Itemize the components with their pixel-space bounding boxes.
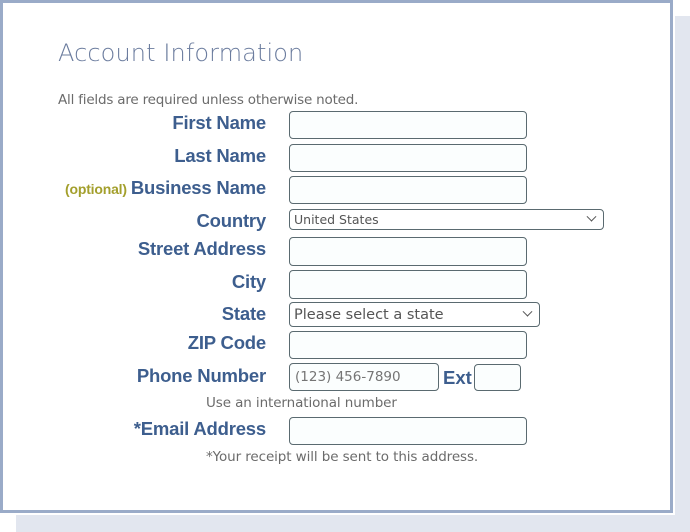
card-shadow-bottom	[16, 515, 690, 532]
phone-number-label: Phone Number	[136, 365, 266, 386]
optional-tag: (optional)	[65, 181, 127, 197]
required-fields-note: All fields are required unless otherwise…	[58, 92, 359, 108]
zip-code-input[interactable]	[289, 331, 527, 359]
first-name-input[interactable]	[289, 111, 527, 139]
card-shadow-right	[675, 16, 690, 532]
zip-code-label: ZIP Code	[187, 332, 266, 353]
chevron-down-icon	[586, 211, 597, 222]
phone-number-input[interactable]	[289, 363, 439, 391]
section-title: Account Information	[58, 39, 304, 67]
last-name-input[interactable]	[289, 144, 527, 172]
international-number-link[interactable]: Use an international number	[206, 395, 397, 411]
state-select[interactable]: Please select a state	[289, 302, 540, 327]
first-name-label: First Name	[172, 112, 266, 133]
chevron-down-icon	[522, 306, 533, 317]
state-label: State	[221, 303, 266, 324]
country-select[interactable]: United States	[289, 209, 604, 230]
business-name-label-group: (optional) Business Name	[65, 177, 266, 199]
email-address-input[interactable]	[289, 417, 527, 445]
business-name-input[interactable]	[289, 176, 527, 204]
street-address-input[interactable]	[289, 237, 527, 266]
ext-label: Ext	[443, 367, 472, 388]
email-address-label: *Email Address	[133, 418, 266, 439]
email-receipt-note: *Your receipt will be sent to this addre…	[206, 449, 479, 465]
account-information-card: Account Information All fields are requi…	[0, 0, 673, 513]
phone-ext-input[interactable]	[474, 364, 521, 391]
country-label: Country	[196, 210, 266, 231]
country-selected-value: United States	[294, 212, 379, 227]
street-address-label: Street Address	[137, 238, 266, 259]
last-name-label: Last Name	[174, 145, 266, 166]
business-name-label: Business Name	[130, 177, 266, 198]
city-input[interactable]	[289, 270, 527, 299]
city-label: City	[231, 271, 266, 292]
state-selected-value: Please select a state	[294, 306, 444, 323]
